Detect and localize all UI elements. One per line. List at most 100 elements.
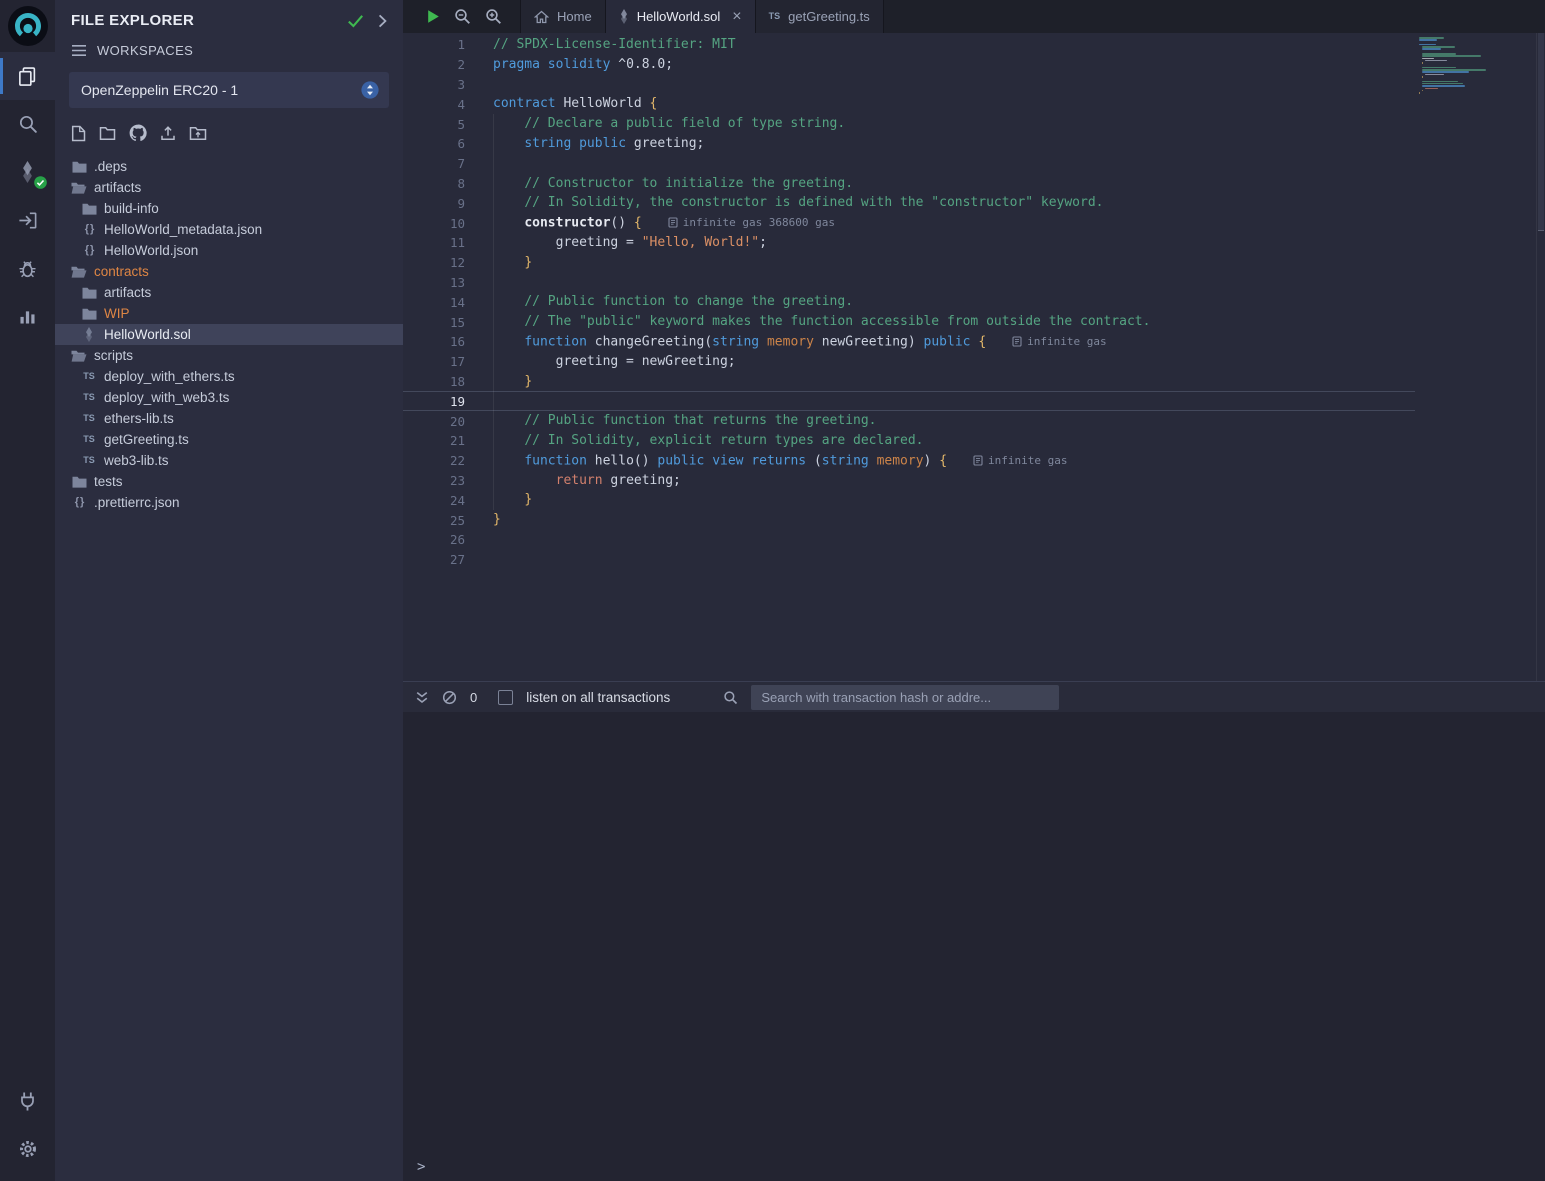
line-number[interactable]: 10	[403, 216, 465, 231]
tree-item-artifacts[interactable]: artifacts	[55, 177, 403, 198]
line-number[interactable]: 24	[403, 493, 465, 508]
clear-console-button[interactable]	[442, 690, 457, 705]
code-line-25[interactable]: 25}	[403, 510, 1415, 530]
line-number[interactable]: 13	[403, 275, 465, 290]
tree-item-ethers-lib-ts[interactable]: TSethers-lib.ts	[55, 408, 403, 429]
solidity-compiler-button[interactable]	[0, 148, 55, 196]
code-line-13[interactable]: 13	[403, 273, 1415, 293]
tree-item-helloworld-metadata-json[interactable]: { }HelloWorld_metadata.json	[55, 219, 403, 240]
line-number[interactable]: 6	[403, 136, 465, 151]
scrollbar-thumb[interactable]	[1538, 33, 1544, 231]
tree-item-getgreeting-ts[interactable]: TSgetGreeting.ts	[55, 429, 403, 450]
accept-check-button[interactable]	[347, 14, 364, 28]
remix-logo[interactable]	[0, 0, 55, 52]
line-number[interactable]: 11	[403, 235, 465, 250]
zoom-in-button[interactable]	[485, 8, 502, 25]
line-number[interactable]: 12	[403, 255, 465, 270]
tree-item-helloworld-json[interactable]: { }HelloWorld.json	[55, 240, 403, 261]
terminal[interactable]: >	[403, 712, 1545, 1181]
code-line-27[interactable]: 27	[403, 550, 1415, 570]
tree-item-build-info[interactable]: build-info	[55, 198, 403, 219]
editor-scrollbar[interactable]	[1536, 33, 1545, 681]
terminal-search-input[interactable]	[751, 685, 1059, 710]
tree-item-helloworld-sol[interactable]: HelloWorld.sol	[55, 324, 403, 345]
line-number[interactable]: 23	[403, 473, 465, 488]
code-line-23[interactable]: 23 return greeting;	[403, 471, 1415, 491]
line-number[interactable]: 9	[403, 196, 465, 211]
run-script-button[interactable]	[427, 9, 440, 24]
line-number[interactable]: 14	[403, 295, 465, 310]
deploy-run-button[interactable]	[0, 196, 55, 244]
new-file-button[interactable]	[71, 125, 86, 142]
workspace-selector[interactable]: OpenZeppelin ERC20 - 1	[69, 72, 389, 108]
line-number[interactable]: 15	[403, 315, 465, 330]
code-line-24[interactable]: 24 }	[403, 490, 1415, 510]
listen-transactions-checkbox[interactable]	[498, 690, 513, 705]
zoom-out-button[interactable]	[454, 8, 471, 25]
line-number[interactable]: 8	[403, 176, 465, 191]
code-line-10[interactable]: 10 constructor() {infinite gas 368600 ga…	[403, 213, 1415, 233]
file-explorer-button[interactable]	[0, 52, 55, 100]
tree-item-deps[interactable]: .deps	[55, 156, 403, 177]
tree-item-scripts[interactable]: scripts	[55, 345, 403, 366]
code-line-5[interactable]: 5 // Declare a public field of type stri…	[403, 114, 1415, 134]
expand-terminal-button[interactable]	[415, 691, 429, 704]
collapse-panel-button[interactable]	[378, 14, 387, 28]
line-number[interactable]: 25	[403, 513, 465, 528]
line-number[interactable]: 19	[403, 394, 465, 409]
code-line-6[interactable]: 6 string public greeting;	[403, 134, 1415, 154]
line-number[interactable]: 22	[403, 453, 465, 468]
settings-button[interactable]	[0, 1125, 55, 1173]
new-folder-button[interactable]	[99, 126, 116, 141]
upload-folder-button[interactable]	[189, 126, 207, 141]
close-tab-icon[interactable]: ×	[732, 9, 741, 25]
code-line-16[interactable]: 16 function changeGreeting(string memory…	[403, 332, 1415, 352]
tree-item-deploy-with-web3-ts[interactable]: TSdeploy_with_web3.ts	[55, 387, 403, 408]
tree-item-tests[interactable]: tests	[55, 471, 403, 492]
line-number[interactable]: 20	[403, 414, 465, 429]
code-line-4[interactable]: 4contract HelloWorld {	[403, 94, 1415, 114]
code-line-20[interactable]: 20 // Public function that returns the g…	[403, 411, 1415, 431]
tree-item-web3-lib-ts[interactable]: TSweb3-lib.ts	[55, 450, 403, 471]
code-line-9[interactable]: 9 // In Solidity, the constructor is def…	[403, 193, 1415, 213]
code-line-8[interactable]: 8 // Constructor to initialize the greet…	[403, 174, 1415, 194]
code-line-3[interactable]: 3	[403, 75, 1415, 95]
code-line-2[interactable]: 2pragma solidity ^0.8.0;	[403, 55, 1415, 75]
code-line-18[interactable]: 18 }	[403, 372, 1415, 392]
tree-item-artifacts[interactable]: artifacts	[55, 282, 403, 303]
line-number[interactable]: 26	[403, 532, 465, 547]
line-number[interactable]: 27	[403, 552, 465, 567]
line-number[interactable]: 2	[403, 57, 465, 72]
upload-file-button[interactable]	[160, 125, 176, 141]
line-number[interactable]: 18	[403, 374, 465, 389]
line-number[interactable]: 4	[403, 97, 465, 112]
plugin-manager-button[interactable]	[0, 1077, 55, 1125]
code-line-1[interactable]: 1// SPDX-License-Identifier: MIT	[403, 35, 1415, 55]
tab-getgreeting-ts[interactable]: TSgetGreeting.ts	[756, 0, 884, 33]
code-line-17[interactable]: 17 greeting = newGreeting;	[403, 352, 1415, 372]
code-line-14[interactable]: 14 // Public function to change the gree…	[403, 292, 1415, 312]
line-number[interactable]: 5	[403, 117, 465, 132]
code-line-7[interactable]: 7	[403, 154, 1415, 174]
minimap[interactable]	[1419, 37, 1499, 99]
tab-home[interactable]: Home	[520, 0, 606, 33]
workspaces-menu-button[interactable]	[71, 44, 87, 57]
github-button[interactable]	[129, 124, 147, 142]
line-number[interactable]: 1	[403, 37, 465, 52]
plugin-analytics-button[interactable]	[0, 292, 55, 340]
tree-item-prettierrc-json[interactable]: { }.prettierrc.json	[55, 492, 403, 513]
tab-helloworld-sol[interactable]: HelloWorld.sol×	[606, 0, 756, 33]
code-line-26[interactable]: 26	[403, 530, 1415, 550]
tree-item-contracts[interactable]: contracts	[55, 261, 403, 282]
code-line-11[interactable]: 11 greeting = "Hello, World!";	[403, 233, 1415, 253]
tree-item-wip[interactable]: WIP	[55, 303, 403, 324]
debugger-button[interactable]	[0, 244, 55, 292]
line-number[interactable]: 16	[403, 334, 465, 349]
code-line-15[interactable]: 15 // The "public" keyword makes the fun…	[403, 312, 1415, 332]
tree-item-deploy-with-ethers-ts[interactable]: TSdeploy_with_ethers.ts	[55, 366, 403, 387]
code-line-12[interactable]: 12 }	[403, 253, 1415, 273]
search-button[interactable]	[0, 100, 55, 148]
line-number[interactable]: 21	[403, 433, 465, 448]
code-line-22[interactable]: 22 function hello() public view returns …	[403, 451, 1415, 471]
code-line-21[interactable]: 21 // In Solidity, explicit return types…	[403, 431, 1415, 451]
